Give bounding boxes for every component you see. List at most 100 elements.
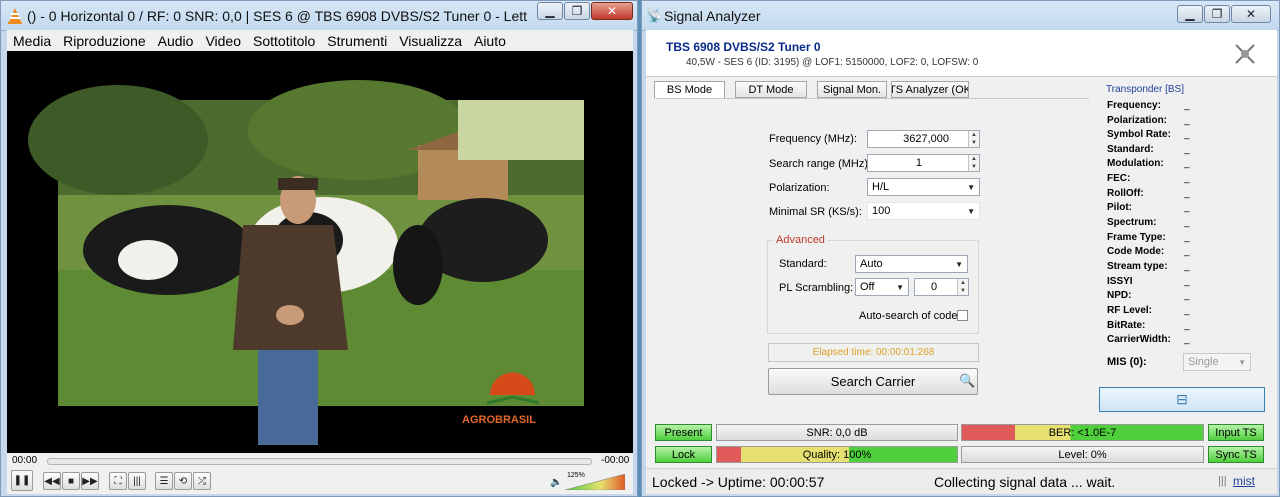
search-range-input[interactable]: 1 ▲ ▼	[867, 154, 980, 172]
standard-select[interactable]: Auto ▼	[855, 255, 968, 273]
vlc-window-title: () - 0 Horizontal 0 / RF: 0 SNR: 0,0 | S…	[27, 8, 527, 24]
autosearch-label: Auto-search of code	[859, 310, 958, 322]
frequency-input[interactable]: 3627,000 ▲ ▼	[867, 130, 980, 148]
autosearch-checkbox[interactable]	[957, 310, 968, 321]
tab-ts-analyzer[interactable]: TS Analyzer (OK	[891, 81, 969, 98]
transponder-value: _	[1184, 188, 1190, 199]
vlc-titlebar[interactable]: () - 0 Horizontal 0 / RF: 0 SNR: 0,0 | S…	[1, 1, 637, 31]
fullscreen-icon[interactable]: ⛶	[109, 472, 127, 490]
status-uptime: Locked -> Uptime: 00:00:57	[652, 474, 825, 490]
pl-scrambling-label: PL Scrambling:	[779, 282, 854, 294]
time-remaining: -00:00	[601, 455, 630, 466]
pause-button[interactable]: ❚❚	[11, 470, 33, 491]
menu-video[interactable]: Video	[199, 33, 247, 49]
menu-sottotitolo[interactable]: Sottotitolo	[247, 33, 321, 49]
playlist-icon[interactable]: ☰	[155, 472, 173, 490]
pl-code-spin-icon[interactable]: ▲ ▼	[957, 279, 968, 295]
device-info: 40,5W - SES 6 (ID: 3195) @ LOF1: 5150000…	[686, 57, 979, 68]
transponder-value: _	[1184, 100, 1190, 111]
polarization-value: H/L	[872, 181, 890, 193]
next-icon[interactable]: ▶▶	[81, 472, 99, 490]
menu-audio[interactable]: Audio	[152, 33, 200, 49]
tp-standard-label: Standard:	[1107, 144, 1154, 155]
transponder-value: _	[1184, 290, 1190, 301]
maximize-button[interactable]: ❐	[564, 2, 590, 20]
sa-minimize-button[interactable]: ▁	[1177, 5, 1203, 23]
satellite-dish-icon: 📡	[646, 8, 663, 23]
ber-bar: BER: <1.0E-7	[961, 424, 1204, 441]
pl-scrambling-select[interactable]: Off ▼	[855, 278, 909, 296]
search-range-spin-icon[interactable]: ▲ ▼	[968, 155, 979, 171]
mis-select[interactable]: Single ▼	[1183, 353, 1251, 371]
transponder-value: _	[1184, 202, 1190, 213]
tab-bs-mode[interactable]: BS Mode	[654, 81, 725, 99]
polarization-label: Polarization:	[769, 182, 830, 194]
tab-dt-mode[interactable]: DT Mode	[735, 81, 807, 98]
sync-ts-indicator: Sync TS	[1208, 446, 1264, 463]
min-sr-select[interactable]: 100 ▼	[867, 202, 980, 220]
menu-visualizza[interactable]: Visualizza	[393, 33, 468, 49]
tab-signal-mon[interactable]: Signal Mon.	[817, 81, 887, 98]
video-area[interactable]: AGROBRASIL	[7, 51, 633, 453]
mist-link[interactable]: mist	[1233, 474, 1255, 488]
tp-symbol-rate-label: Symbol Rate:	[1107, 129, 1171, 140]
loop-icon[interactable]: ⟲	[174, 472, 192, 490]
close-button[interactable]: ✕	[591, 2, 633, 20]
device-header: TBS 6908 DVBS/S2 Tuner 0 40,5W - SES 6 (…	[646, 30, 1277, 77]
transponder-value: _	[1184, 246, 1190, 257]
tp-bitrate-label: BitRate:	[1107, 320, 1146, 331]
polarization-select[interactable]: H/L ▼	[867, 178, 980, 196]
pl-code-input[interactable]: 0 ▲ ▼	[914, 278, 969, 296]
tp-fec-label: FEC:	[1107, 173, 1131, 184]
minimize-button[interactable]: ▁	[537, 2, 563, 20]
snr-text: SNR: 0,0 dB	[806, 426, 868, 439]
search-range-value: 1	[915, 157, 922, 169]
tp-spectrum-label: Spectrum:	[1107, 217, 1157, 228]
chevron-down-icon: ▼	[896, 283, 904, 292]
chevron-down-icon: ▼	[967, 183, 975, 192]
menu-aiuto[interactable]: Aiuto	[468, 33, 512, 49]
speaker-icon[interactable]: 🔈	[550, 477, 562, 488]
seek-bar[interactable]	[47, 458, 592, 465]
min-sr-value: 100	[872, 205, 891, 217]
sa-titlebar[interactable]: 📡 Signal Analyzer ▁ ❐ ✕	[642, 1, 1279, 31]
chevron-down-icon: ▼	[955, 260, 963, 269]
vlc-window: () - 0 Horizontal 0 / RF: 0 SNR: 0,0 | S…	[0, 0, 638, 497]
level-text: Level: 0%	[1058, 448, 1107, 461]
lock-indicator: Lock	[655, 446, 712, 463]
video-logo-text: AGROBRASIL	[462, 414, 536, 426]
tp-issyi-label: ISSYI	[1107, 276, 1133, 287]
time-elapsed: 00:00	[12, 455, 38, 466]
standard-value: Auto	[860, 258, 883, 270]
input-ts-indicator: Input TS	[1208, 424, 1264, 441]
menu-strumenti[interactable]: Strumenti	[321, 33, 393, 49]
frequency-spin-icon[interactable]: ▲ ▼	[968, 131, 979, 147]
transponder-value: _	[1184, 305, 1190, 316]
transponder-value: _	[1184, 173, 1190, 184]
transponder-value: _	[1184, 129, 1190, 140]
quality-text: Quality: 100%	[802, 448, 872, 461]
satellite-logo-icon	[1235, 44, 1255, 64]
elapsed-time: Elapsed time: 00:00:01:268	[768, 343, 979, 362]
volume-slider[interactable]	[565, 474, 625, 490]
equalizer-icon[interactable]: |||	[128, 472, 146, 490]
frequency-label: Frequency (MHz):	[769, 133, 858, 145]
advanced-title: Advanced	[774, 234, 827, 246]
mis-value: Single	[1188, 356, 1219, 368]
tp-npd-label: NPD:	[1107, 290, 1132, 301]
search-carrier-button[interactable]: Search Carrier	[768, 368, 978, 395]
tp-carrier-width-label: CarrierWidth:	[1107, 334, 1171, 345]
transponder-value: _	[1184, 232, 1190, 243]
shuffle-icon[interactable]: ⤮	[193, 472, 211, 490]
menu-riproduzione[interactable]: Riproduzione	[57, 33, 152, 49]
present-indicator: Present	[655, 424, 712, 441]
spectrum-view-button[interactable]: ⊟	[1099, 387, 1265, 412]
pl-mode-value: Off	[860, 281, 875, 293]
sa-close-button[interactable]: ✕	[1231, 5, 1271, 23]
sa-maximize-button[interactable]: ❐	[1204, 5, 1230, 23]
menu-media[interactable]: Media	[7, 33, 57, 49]
sa-window-title: Signal Analyzer	[664, 8, 761, 24]
prev-icon[interactable]: ◀◀	[43, 472, 61, 490]
level-bar: Level: 0%	[961, 446, 1204, 463]
stop-icon[interactable]: ■	[62, 472, 80, 490]
